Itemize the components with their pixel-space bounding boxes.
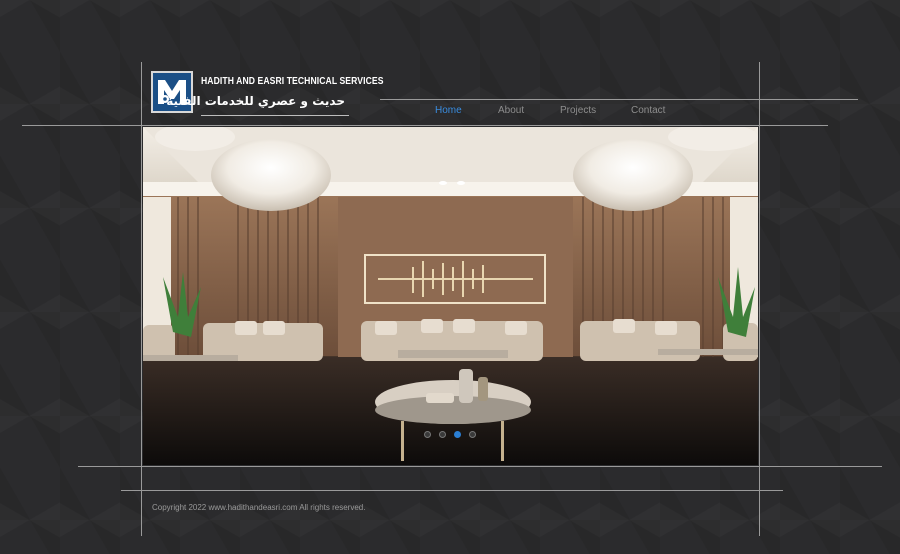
hero-slider[interactable] (143, 127, 758, 465)
slider-dot-3[interactable] (454, 431, 461, 438)
nav-contact-link[interactable]: Contact (631, 105, 665, 116)
guide-line-slider-bottom (78, 466, 882, 467)
slider-dot-2[interactable] (439, 431, 446, 438)
company-name-arabic: حديث و عصري للخدمات الفنية (166, 94, 345, 108)
copyright-text: Copyright 2022 www.hadithandeasri.com Al… (152, 503, 366, 512)
guide-line-footer (121, 490, 783, 491)
nav-home-link[interactable]: Home (435, 105, 462, 116)
guide-line-header-top (380, 99, 858, 100)
nav-about-link[interactable]: About (498, 105, 524, 116)
guide-line-header-bottom (22, 125, 828, 126)
nav-projects-link[interactable]: Projects (560, 105, 596, 116)
company-name-english: HADITH AND EASRI TECHNICAL SERVICES (201, 76, 384, 87)
guide-line-left (141, 62, 142, 536)
slider-pagination (424, 431, 476, 438)
slider-dot-4[interactable] (469, 431, 476, 438)
company-name-underline (201, 115, 349, 116)
hero-slide-image (143, 127, 758, 465)
guide-line-right (759, 62, 760, 536)
slider-dot-1[interactable] (424, 431, 431, 438)
